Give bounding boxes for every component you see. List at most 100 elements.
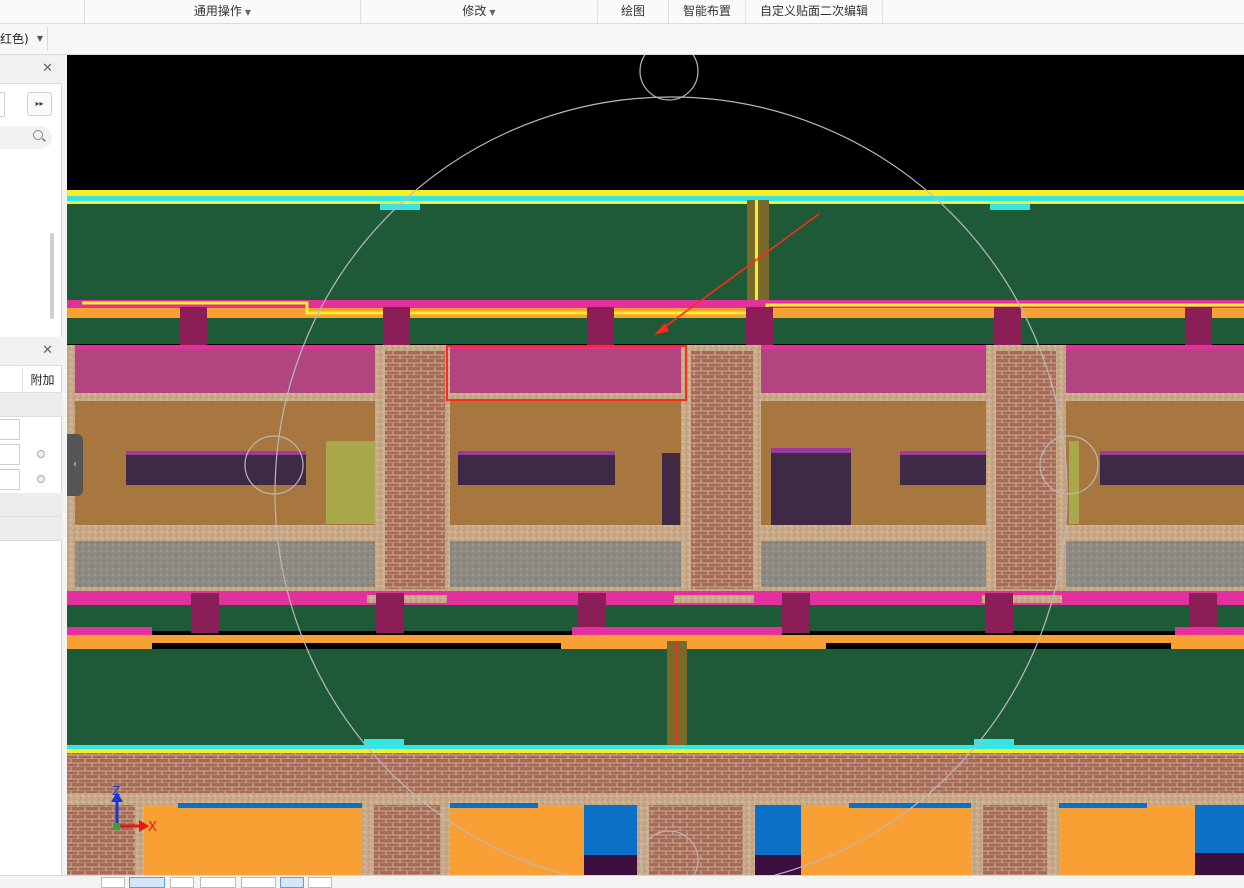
window-opening	[900, 453, 986, 485]
slab-edge-yellow	[67, 190, 1244, 196]
property-value-input[interactable]	[0, 469, 20, 490]
status-toggle-button[interactable]	[280, 877, 304, 888]
window-head	[1100, 451, 1244, 455]
slab-edge-yellow	[67, 749, 1244, 753]
column-header-additional: 附加	[22, 367, 62, 393]
ground-opening-orange	[1059, 805, 1195, 875]
column-cap	[587, 307, 614, 345]
lower-beam-top	[67, 591, 1244, 595]
ground-opening-blue	[584, 805, 638, 855]
sill-sand	[67, 525, 1244, 541]
column-cap	[376, 593, 404, 633]
brick-pier	[996, 351, 1056, 589]
ribbon-group-custom-facing-edit[interactable]: 自定义贴面二次编辑	[746, 0, 883, 23]
ground-opening-dark	[755, 855, 801, 875]
status-toggle-button[interactable]	[308, 877, 332, 888]
radio-button[interactable]	[37, 475, 45, 483]
orange-ledge	[1171, 643, 1244, 650]
chevron-down-icon: ▼	[489, 8, 496, 17]
column-cap	[782, 593, 810, 633]
brick-pier	[691, 351, 753, 589]
slab-line-yellow	[67, 201, 1244, 204]
opening-jamb	[971, 803, 983, 875]
property-group-row	[0, 393, 62, 417]
close-icon[interactable]: ✕	[42, 61, 53, 76]
search-icon	[33, 130, 43, 140]
ribbon-group-label: 智能布置	[682, 4, 731, 18]
opening-jamb	[743, 803, 755, 875]
ribbon-group-smart-layout[interactable]: 智能布置	[669, 0, 746, 23]
window-opening	[662, 453, 680, 525]
ribbon-group-modify[interactable]: 修改 ▼	[361, 0, 598, 23]
wall-gravel-base	[67, 541, 1244, 591]
opening-head-blue	[178, 803, 362, 808]
brick-pier	[385, 351, 445, 589]
status-toggle-button[interactable]	[129, 877, 165, 888]
lower-beam-band	[67, 595, 1244, 605]
orange-ledge	[561, 643, 826, 650]
opening-head-blue	[1059, 803, 1147, 808]
chevron-down-icon: ▼	[36, 34, 43, 43]
axis-origin	[113, 823, 120, 830]
scrollbar[interactable]	[50, 233, 54, 319]
door-panel-olive	[326, 441, 376, 524]
cyan-marker	[990, 204, 1030, 210]
model-viewport[interactable]: Z X	[67, 55, 1244, 875]
ground-opening-dark	[1195, 853, 1244, 875]
ribbon-group-draw[interactable]: 绘图	[598, 0, 669, 23]
panel-input-stub[interactable]	[0, 92, 5, 117]
door-panel-olive	[1069, 441, 1079, 524]
color-combo[interactable]: 红色) ▼	[0, 27, 48, 51]
ribbon-group-general-ops[interactable]: 通用操作 ▼	[85, 0, 361, 23]
column-cap	[383, 307, 410, 345]
window-opening	[458, 453, 615, 485]
opening-jamb	[637, 803, 649, 875]
storey-beam-face	[67, 349, 1244, 393]
status-bar	[0, 875, 1244, 888]
panel-collapse-tab[interactable]: ‹	[67, 434, 83, 496]
beam-gap-slab	[67, 318, 1244, 344]
column-cap	[191, 593, 219, 633]
ribbon-group-label: 绘图	[620, 4, 645, 18]
radio-button[interactable]	[37, 450, 45, 458]
status-toggle-button[interactable]	[241, 877, 276, 888]
base-sand	[67, 587, 1244, 591]
background-black	[67, 55, 1244, 190]
z-axis-label: Z	[112, 784, 120, 798]
table-header-cell	[0, 367, 22, 393]
ground-opening-orange	[450, 805, 584, 875]
window-opening	[1100, 453, 1244, 485]
ribbon-group-left-stub	[0, 0, 85, 23]
ribbon-group-label: 自定义贴面二次编辑	[759, 4, 868, 18]
slab-edge-cyan	[67, 745, 1244, 749]
fast-forward-button[interactable]: ▸▸	[27, 92, 52, 116]
opening-head-blue	[849, 803, 971, 808]
status-toggle-button[interactable]	[170, 877, 194, 888]
property-value-input[interactable]	[0, 444, 20, 465]
ground-opening-orange	[144, 805, 362, 875]
viewport-canvas[interactable]: Z X	[67, 55, 1244, 875]
window-opening	[126, 453, 306, 485]
status-toggle-button[interactable]	[101, 877, 125, 888]
close-icon[interactable]: ✕	[42, 343, 53, 358]
lower-orange-band	[67, 635, 1244, 643]
opening-jamb	[1047, 803, 1059, 875]
post-outline	[755, 200, 758, 310]
ribbon-group-label: 通用操作	[193, 4, 242, 18]
opening-jamb	[362, 803, 374, 875]
color-combo-value: 红色)	[0, 32, 29, 46]
column-cap	[985, 593, 1013, 633]
cyan-marker	[364, 739, 404, 745]
column-cap	[1185, 307, 1212, 345]
status-toggle-button[interactable]	[200, 877, 236, 888]
property-value-input[interactable]	[0, 419, 20, 440]
opening-head-blue	[450, 803, 538, 808]
panel-header-properties: ✕	[0, 337, 62, 366]
search-input[interactable]	[0, 126, 52, 149]
chevron-down-icon: ▼	[244, 8, 252, 17]
ground-opening-dark	[584, 855, 638, 875]
ground-opening-orange	[801, 805, 971, 875]
secondary-toolbar: 红色) ▼	[0, 24, 1244, 55]
post-red-line	[675, 641, 678, 747]
lower-floor-slab	[67, 649, 1244, 745]
